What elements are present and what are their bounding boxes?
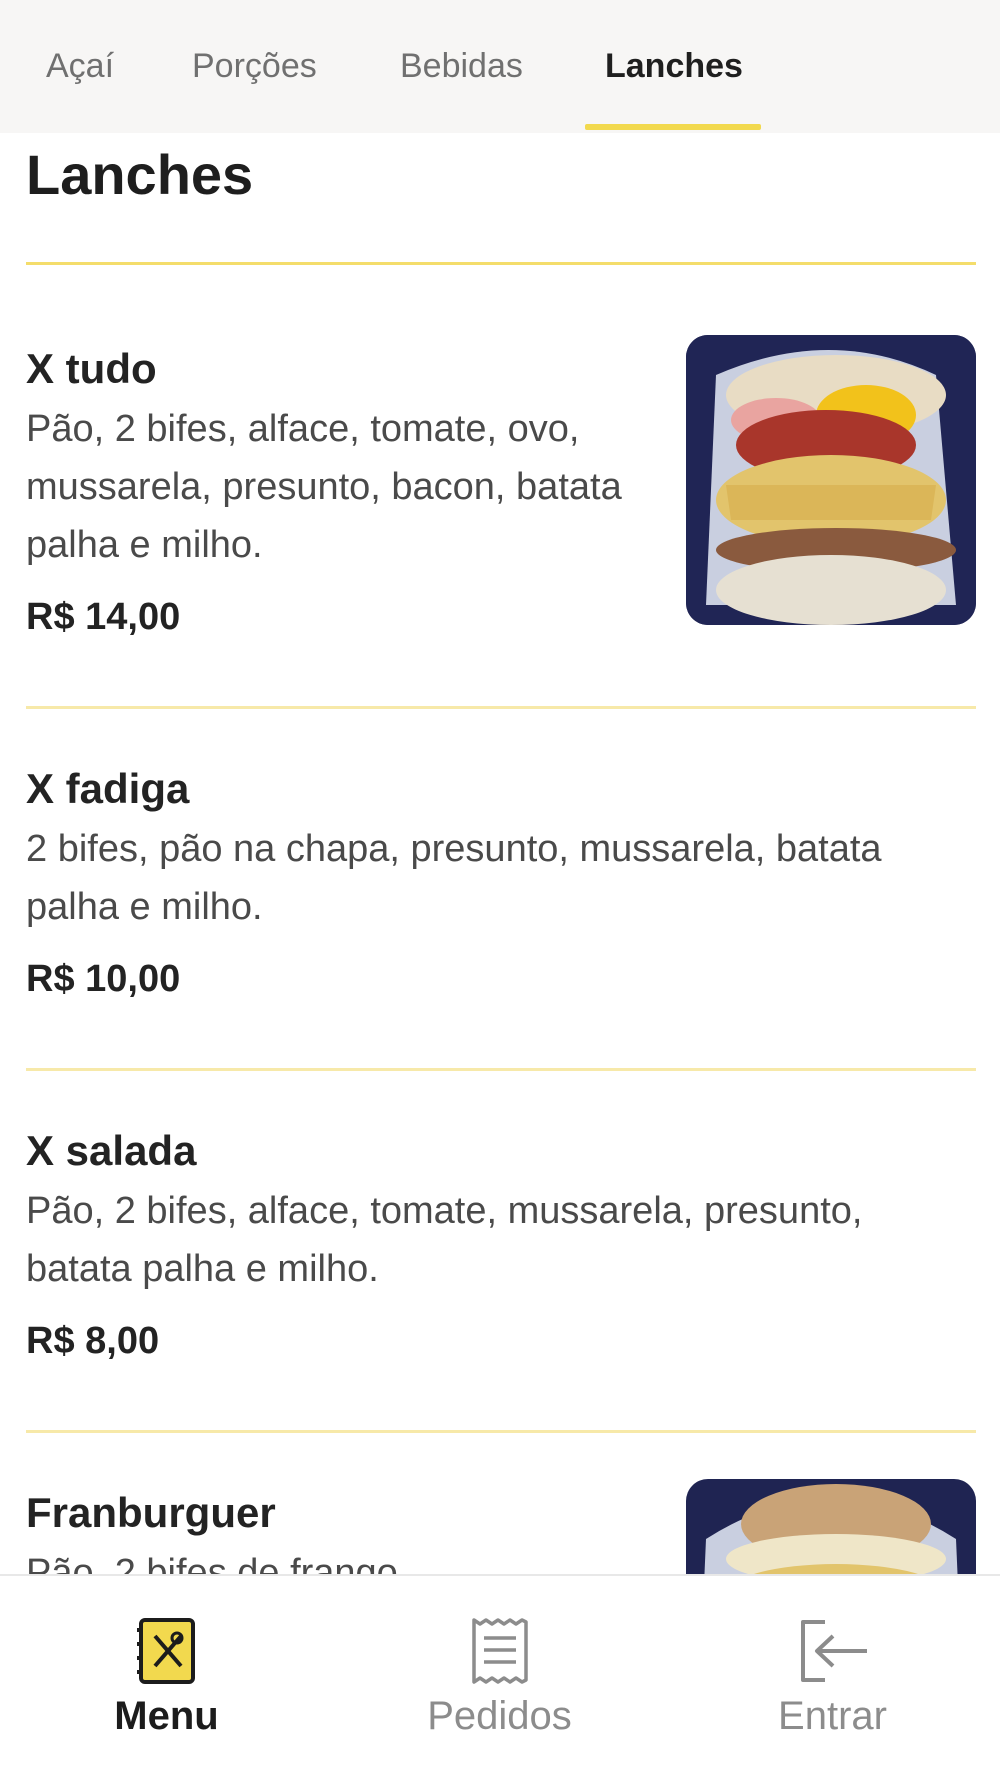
burger-photo-icon <box>686 335 976 625</box>
item-divider <box>26 1068 976 1071</box>
nav-entrar-label: Entrar <box>778 1694 887 1738</box>
item-description: Pão, 2 bifes de frango <box>26 1552 398 1574</box>
item-name: X salada <box>26 1127 197 1174</box>
menu-item[interactable]: X tudo Pão, 2 bifes, alface, tomate, ovo… <box>26 342 646 642</box>
item-name: X tudo <box>26 345 157 392</box>
item-divider <box>26 706 976 709</box>
nav-menu[interactable]: Menu <box>0 1576 333 1778</box>
bottom-navigation: Menu Pedidos Entrar <box>0 1574 1000 1778</box>
nav-menu-label: Menu <box>114 1694 219 1738</box>
item-divider <box>26 1430 976 1433</box>
menu-scroll-area[interactable]: Lanches X tudo Pão, 2 bifes, alface, tom… <box>0 133 1000 1574</box>
item-name: X fadiga <box>26 765 190 812</box>
item-description: Pão, 2 bifes, alface, tomate, mussarela,… <box>26 1190 863 1290</box>
tab-porcoes[interactable]: Porções <box>192 0 317 133</box>
active-tab-indicator <box>585 124 761 130</box>
category-tabs: Açaí Porções Bebidas Lanches <box>0 0 1000 133</box>
nav-entrar[interactable]: Entrar <box>666 1576 999 1778</box>
nav-pedidos-label: Pedidos <box>427 1694 572 1738</box>
item-price: R$ 8,00 <box>26 1320 160 1362</box>
login-icon <box>797 1616 869 1691</box>
menu-item[interactable]: X salada Pão, 2 bifes, alface, tomate, m… <box>26 1124 976 1366</box>
item-description: Pão, 2 bifes, alface, tomate, ovo, mussa… <box>26 408 622 566</box>
item-price: R$ 14,00 <box>26 596 181 638</box>
nav-pedidos[interactable]: Pedidos <box>333 1576 666 1778</box>
section-title: Lanches <box>26 143 254 206</box>
item-photo[interactable] <box>686 1479 976 1574</box>
menu-item[interactable]: Franburguer Pão, 2 bifes de frango <box>26 1486 646 1574</box>
item-photo[interactable] <box>686 335 976 625</box>
section-divider <box>26 262 976 265</box>
burger-photo-icon <box>686 1479 976 1574</box>
tab-lanches[interactable]: Lanches <box>605 0 743 133</box>
item-name: Franburguer <box>26 1489 276 1536</box>
tab-bebidas[interactable]: Bebidas <box>400 0 523 133</box>
tab-acai[interactable]: Açaí <box>46 0 114 133</box>
menu-item[interactable]: X fadiga 2 bifes, pão na chapa, presunto… <box>26 762 976 1004</box>
receipt-icon <box>470 1616 530 1691</box>
item-price: R$ 10,00 <box>26 958 181 1000</box>
menu-book-icon <box>136 1616 197 1691</box>
item-description: 2 bifes, pão na chapa, presunto, mussare… <box>26 828 882 928</box>
